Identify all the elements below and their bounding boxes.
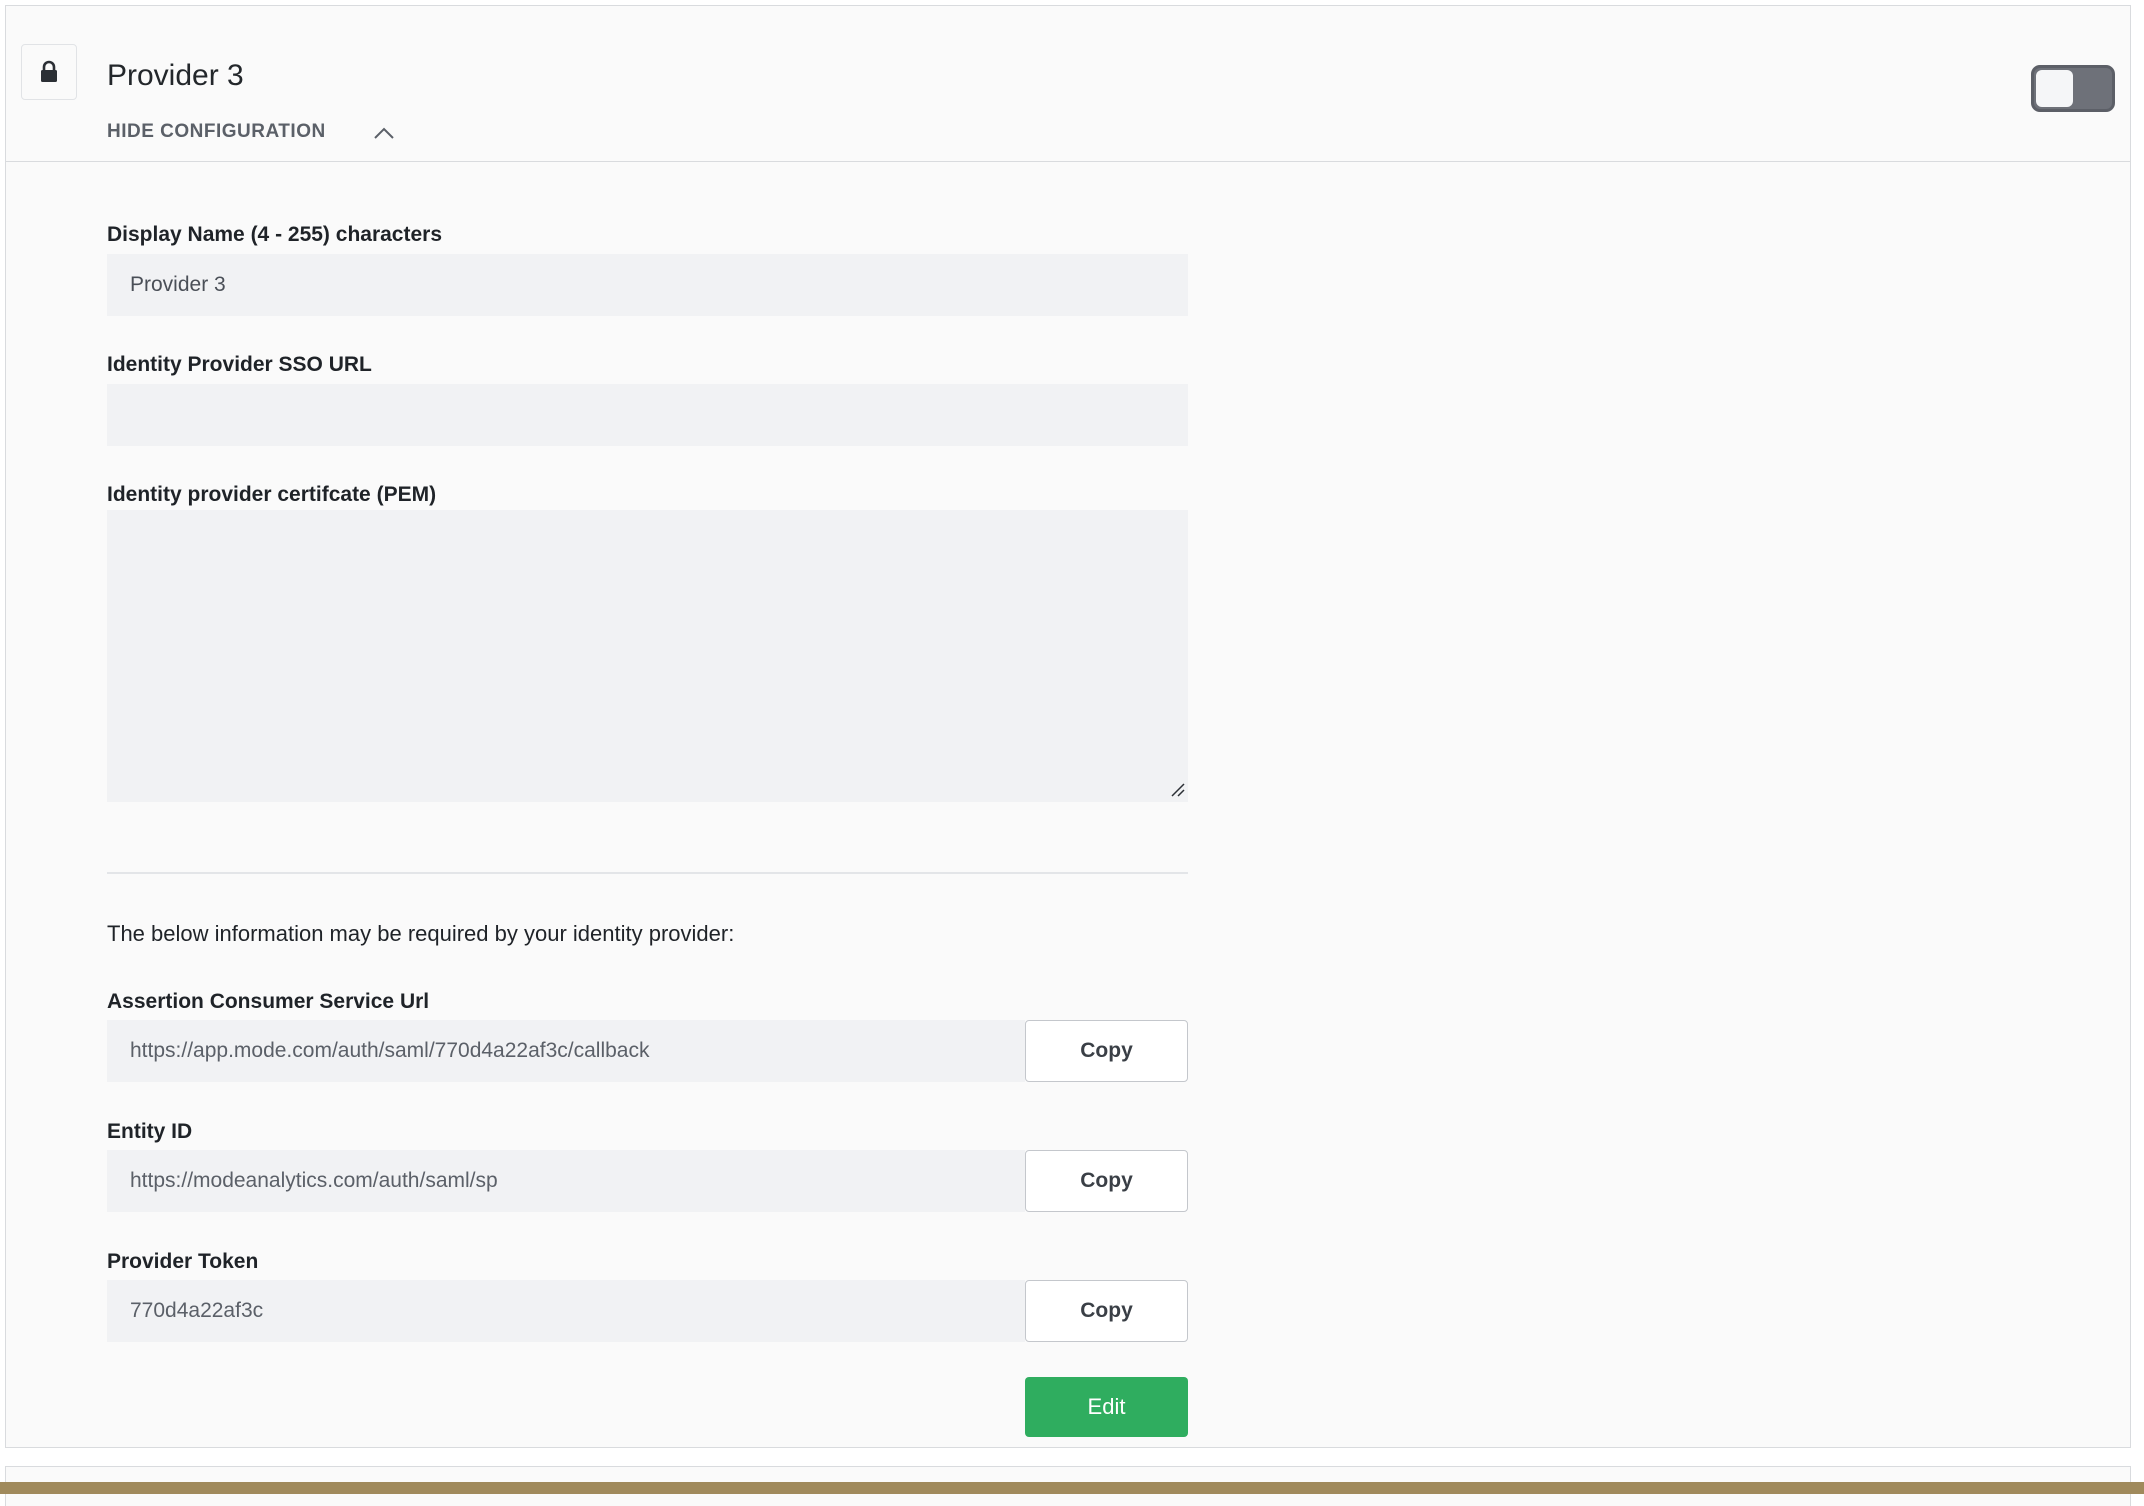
provider-card-header: Provider 3 HIDE CONFIGURATION — [6, 6, 2130, 162]
resize-handle-icon[interactable] — [1170, 782, 1186, 798]
sso-url-input[interactable] — [107, 384, 1188, 446]
certificate-textarea[interactable] — [107, 510, 1188, 802]
edit-button[interactable]: Edit — [1025, 1377, 1188, 1437]
sso-url-label: Identity Provider SSO URL — [107, 353, 372, 376]
acs-url-input[interactable] — [107, 1020, 1025, 1082]
copy-acs-url-button[interactable]: Copy — [1025, 1020, 1188, 1082]
copy-provider-token-button[interactable]: Copy — [1025, 1280, 1188, 1342]
copy-entity-id-button[interactable]: Copy — [1025, 1150, 1188, 1212]
entity-id-input[interactable] — [107, 1150, 1025, 1212]
provider-card: Provider 3 HIDE CONFIGURATION Display Na… — [5, 5, 2131, 1448]
info-text: The below information may be required by… — [107, 921, 735, 946]
acs-url-label: Assertion Consumer Service Url — [107, 990, 430, 1013]
hide-configuration-link[interactable]: HIDE CONFIGURATION — [107, 120, 326, 144]
bottom-bar — [0, 1482, 2144, 1494]
display-name-label: Display Name (4 - 255) characters — [107, 223, 443, 246]
chevron-up-icon[interactable] — [372, 123, 396, 143]
provider-token-label: Provider Token — [107, 1250, 259, 1273]
provider-title: Provider 3 — [107, 59, 244, 92]
lock-icon — [41, 60, 57, 82]
certificate-label: Identity provider certifcate (PEM) — [107, 483, 437, 506]
provider-token-input[interactable] — [107, 1280, 1025, 1342]
section-divider — [107, 872, 1188, 874]
provider-enable-toggle[interactable] — [2031, 65, 2115, 112]
display-name-input[interactable] — [107, 254, 1188, 316]
lock-icon-box — [21, 44, 77, 100]
entity-id-label: Entity ID — [107, 1120, 193, 1143]
toggle-knob — [2036, 70, 2073, 107]
